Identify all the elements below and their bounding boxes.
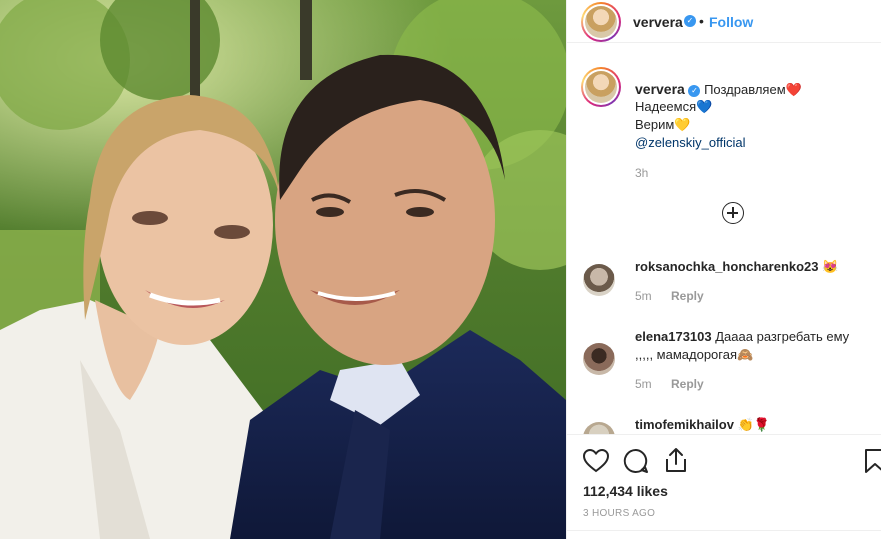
caption-username[interactable]: ververa: [635, 81, 685, 97]
comment-icon[interactable]: [623, 448, 649, 477]
comment-meta: 5m Reply: [635, 377, 704, 391]
comment-username[interactable]: timofemikhailov: [635, 417, 734, 432]
reply-button[interactable]: Reply: [671, 289, 704, 303]
caption-text-3: Верим: [635, 117, 675, 132]
divider: [567, 530, 881, 531]
comments-list[interactable]: ververa ✓ Поздравляем❤️ Надеемся💙 Верим💛…: [567, 44, 881, 434]
heart-icon[interactable]: [582, 448, 610, 476]
author-username[interactable]: ververa: [633, 14, 683, 30]
reply-button[interactable]: Reply: [671, 377, 704, 391]
comment-timestamp: 5m: [635, 377, 652, 391]
comment-avatar[interactable]: [583, 422, 615, 434]
comment-text-3: timofemikhailov 👏🌹: [635, 416, 870, 434]
selfie-photo: [0, 0, 566, 539]
load-more-comments-plus-circle-icon[interactable]: [722, 202, 744, 224]
caption-line-4: @zelenskiy_official: [635, 134, 746, 152]
comment-text-1: roksanochka_honcharenko23 😻: [635, 258, 870, 276]
blue-heart-emoji: 💙: [696, 99, 713, 114]
comment-username[interactable]: roksanochka_honcharenko23: [635, 259, 819, 274]
separator-dot: •: [699, 13, 704, 29]
caption-timestamp: 3h: [635, 166, 649, 180]
verified-badge-icon: ✓: [684, 15, 696, 27]
author-avatar[interactable]: [581, 2, 621, 42]
yellow-heart-emoji: 💛: [674, 117, 691, 132]
bookmark-icon[interactable]: [864, 448, 881, 477]
caption-text-1: Поздравляем: [704, 82, 786, 97]
comment-text-2: elena173103 Даааа разгребать ему ,,,,, м…: [635, 328, 870, 364]
caption-text-2: Надеемся: [635, 99, 697, 114]
comment-avatar[interactable]: [583, 343, 615, 375]
comment-body: 😻: [822, 259, 839, 274]
comment-timestamp: 5m: [635, 289, 652, 303]
post-details-panel: ververa ✓ • Follow ververa ✓ Поздравляем…: [566, 0, 881, 539]
comment-meta: 5m Reply: [635, 289, 704, 303]
verified-badge-icon: ✓: [688, 84, 701, 97]
caption-line-3: Верим💛: [635, 116, 691, 134]
red-heart-emoji: ❤️: [785, 82, 802, 97]
caption-author-avatar[interactable]: [581, 67, 621, 107]
follow-button[interactable]: Follow: [709, 14, 753, 30]
likes-count[interactable]: 112,434 likes: [583, 483, 668, 499]
comment-username[interactable]: elena173103: [635, 329, 712, 344]
caption-line-1: ververa ✓ Поздравляем❤️: [635, 80, 802, 99]
post-header: ververa ✓ • Follow: [567, 0, 881, 43]
caption-mention-link[interactable]: @zelenskiy_official: [635, 135, 746, 150]
post-actions: 112,434 likes 3 HOURS AGO: [567, 434, 881, 539]
comment-body: 👏🌹: [737, 417, 770, 432]
post-timestamp: 3 HOURS AGO: [583, 508, 656, 519]
comment-avatar[interactable]: [583, 264, 615, 296]
post-photo[interactable]: [0, 0, 566, 539]
caption-line-2: Надеемся💙: [635, 98, 712, 116]
share-icon[interactable]: [664, 447, 688, 476]
